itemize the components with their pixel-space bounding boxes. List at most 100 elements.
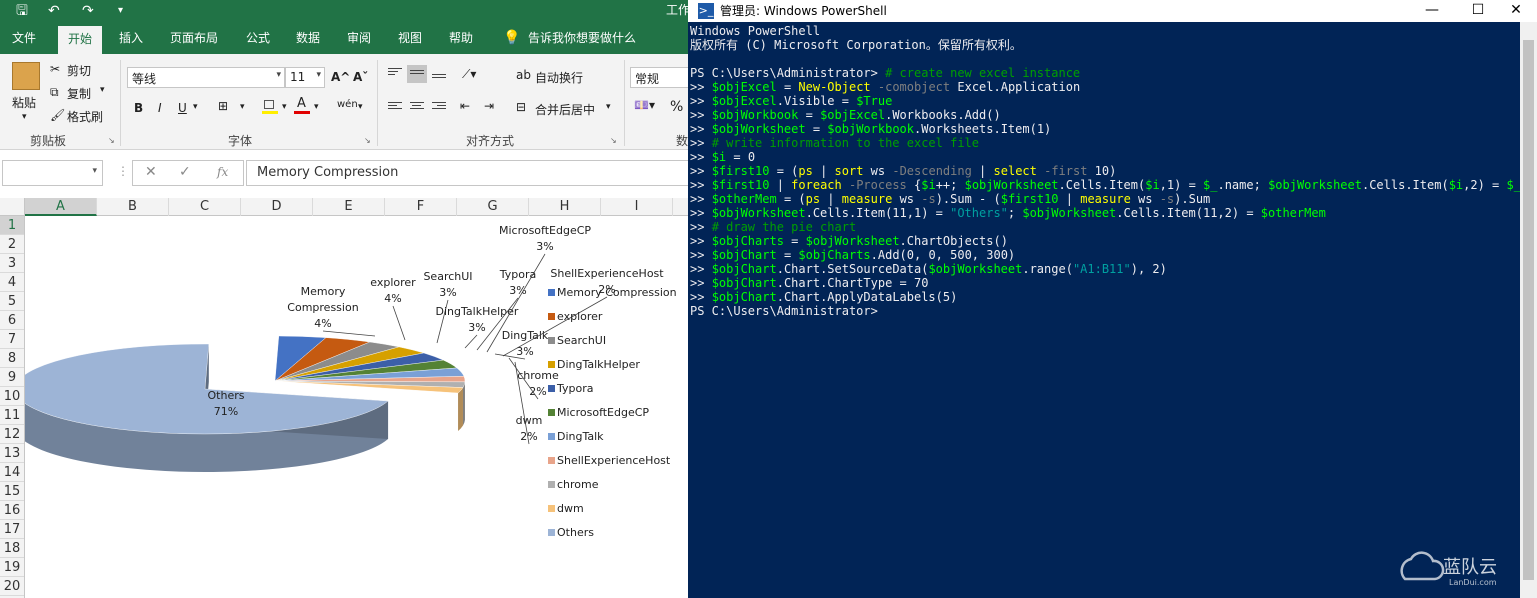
font-size-select[interactable]: 11 ▾ <box>285 67 325 88</box>
bold-button[interactable]: B <box>134 101 143 115</box>
tab-home[interactable]: 开始 <box>58 26 103 54</box>
tab-page-layout[interactable]: 页面布局 <box>170 22 218 54</box>
row-header[interactable]: 13 <box>0 444 24 463</box>
row-header[interactable]: 11 <box>0 406 24 425</box>
legend-item[interactable]: explorer <box>548 310 603 323</box>
paste-icon[interactable] <box>12 62 40 90</box>
tab-view[interactable]: 视图 <box>398 22 422 54</box>
alignment-launcher-icon[interactable]: ↘ <box>610 136 617 145</box>
tab-insert[interactable]: 插入 <box>119 22 143 54</box>
row-header[interactable]: 12 <box>0 425 24 444</box>
row-header[interactable]: 8 <box>0 349 24 368</box>
redo-icon[interactable]: ↷ <box>82 2 94 20</box>
row-header[interactable]: 15 <box>0 482 24 501</box>
percent-style-button[interactable]: % <box>670 99 683 115</box>
legend-item[interactable]: Memory Compression <box>548 286 677 299</box>
merge-dropdown-icon[interactable]: ▾ <box>606 102 611 112</box>
enter-icon[interactable]: ✓ <box>179 164 191 180</box>
cancel-icon[interactable]: ✕ <box>145 164 157 180</box>
name-box-dropdown-icon[interactable]: ▾ <box>92 166 97 176</box>
row-header[interactable]: 9 <box>0 368 24 387</box>
column-header[interactable]: D <box>241 198 313 216</box>
name-box[interactable]: ▾ <box>2 160 103 186</box>
merge-center-icon[interactable]: ⊟ <box>516 100 526 114</box>
insert-function-button[interactable]: fx <box>217 165 228 179</box>
powershell-icon[interactable]: >_ <box>698 3 714 19</box>
tab-formulas[interactable]: 公式 <box>246 22 270 54</box>
column-header[interactable]: H <box>529 198 601 216</box>
number-format-select[interactable]: 常规 <box>630 67 690 88</box>
formula-input[interactable]: Memory Compression <box>246 160 690 186</box>
legend-item[interactable]: ShellExperienceHost <box>548 454 671 467</box>
wrap-text-button[interactable]: 自动换行 <box>535 69 583 86</box>
underline-button[interactable]: U <box>178 101 187 115</box>
close-button[interactable]: ✕ <box>1493 0 1537 22</box>
row-header[interactable]: 10 <box>0 387 24 406</box>
phonetic-icon[interactable]: wén <box>337 99 358 110</box>
row-header[interactable]: 20 <box>0 577 24 596</box>
orientation-icon[interactable]: ⟋▾ <box>462 67 476 82</box>
shrink-font-icon[interactable]: Aˇ <box>353 70 368 84</box>
font-family-select[interactable]: 等线 ▾ <box>127 67 285 88</box>
row-header[interactable]: 6 <box>0 311 24 330</box>
powershell-console[interactable]: Windows PowerShell 版权所有 (C) Microsoft Cor… <box>690 24 1537 318</box>
tab-review[interactable]: 审阅 <box>347 22 371 54</box>
fill-dropdown-icon[interactable]: ▾ <box>282 102 287 112</box>
legend-item[interactable]: MicrosoftEdgeCP <box>548 406 649 419</box>
font-launcher-icon[interactable]: ↘ <box>364 136 371 145</box>
row-header[interactable]: 18 <box>0 539 24 558</box>
paste-dropdown-icon[interactable]: ▾ <box>22 112 27 122</box>
row-header[interactable]: 16 <box>0 501 24 520</box>
formula-bar-grip-icon[interactable]: ⋮ <box>117 164 129 178</box>
cut-button[interactable]: 剪切 <box>67 62 91 79</box>
column-header[interactable]: G <box>457 198 529 216</box>
align-bottom-icon[interactable] <box>432 70 446 82</box>
row-header[interactable]: 5 <box>0 292 24 311</box>
align-center-icon[interactable] <box>410 102 424 114</box>
copy-icon[interactable]: ⧉ <box>50 85 59 100</box>
row-header[interactable]: 1 <box>0 216 24 235</box>
minimize-button[interactable]: — <box>1409 0 1455 22</box>
legend-item[interactable]: DingTalkHelper <box>548 358 640 371</box>
undo-icon[interactable]: ↶ <box>48 2 60 20</box>
italic-button[interactable]: I <box>158 101 162 115</box>
accounting-format-icon[interactable]: 💷▾ <box>634 98 655 112</box>
increase-indent-icon[interactable]: ⇥ <box>484 99 494 113</box>
cut-icon[interactable]: ✂ <box>50 62 60 76</box>
format-painter-button[interactable]: 格式刷 <box>67 108 103 125</box>
legend-item[interactable]: SearchUI <box>548 334 606 347</box>
row-header[interactable]: 2 <box>0 235 24 254</box>
row-header[interactable]: 7 <box>0 330 24 349</box>
customize-qat-icon[interactable]: ▾ <box>118 2 123 20</box>
column-header[interactable]: F <box>385 198 457 216</box>
save-icon[interactable]: 🖫 <box>16 2 28 20</box>
row-header[interactable]: 14 <box>0 463 24 482</box>
row-header[interactable]: 19 <box>0 558 24 577</box>
align-top-icon[interactable] <box>388 68 402 80</box>
select-all-corner[interactable] <box>0 198 25 216</box>
row-header[interactable]: 3 <box>0 254 24 273</box>
tab-data[interactable]: 数据 <box>296 22 320 54</box>
column-header[interactable]: I <box>601 198 673 216</box>
phonetic-dropdown-icon[interactable]: ▾ <box>358 102 363 112</box>
clipboard-launcher-icon[interactable]: ↘ <box>108 136 115 145</box>
tab-file[interactable]: 文件 <box>12 22 36 54</box>
scrollbar-thumb[interactable] <box>1523 40 1534 580</box>
column-header[interactable]: C <box>169 198 241 216</box>
borders-dropdown-icon[interactable]: ▾ <box>240 102 245 112</box>
pie-chart[interactable]: Memory Compression4%explorer4%SearchUI3%D… <box>25 216 690 598</box>
underline-dropdown-icon[interactable]: ▾ <box>193 102 198 112</box>
grow-font-icon[interactable]: A^ <box>331 70 350 84</box>
copy-button[interactable]: 复制 <box>67 85 91 102</box>
merge-center-button[interactable]: 合并后居中 <box>535 101 595 118</box>
row-header[interactable]: 4 <box>0 273 24 292</box>
format-painter-icon[interactable]: 🖌 <box>50 108 65 122</box>
console-scrollbar[interactable] <box>1520 22 1537 598</box>
wrap-text-icon[interactable]: ab <box>516 68 531 82</box>
paste-button[interactable]: 粘贴 <box>12 94 36 111</box>
align-right-icon[interactable] <box>432 102 446 114</box>
column-header[interactable]: B <box>97 198 169 216</box>
borders-icon[interactable]: ⊞ <box>218 99 228 113</box>
tell-me-search[interactable]: 告诉我你想要做什么 <box>528 22 636 54</box>
tab-help[interactable]: 帮助 <box>449 22 473 54</box>
